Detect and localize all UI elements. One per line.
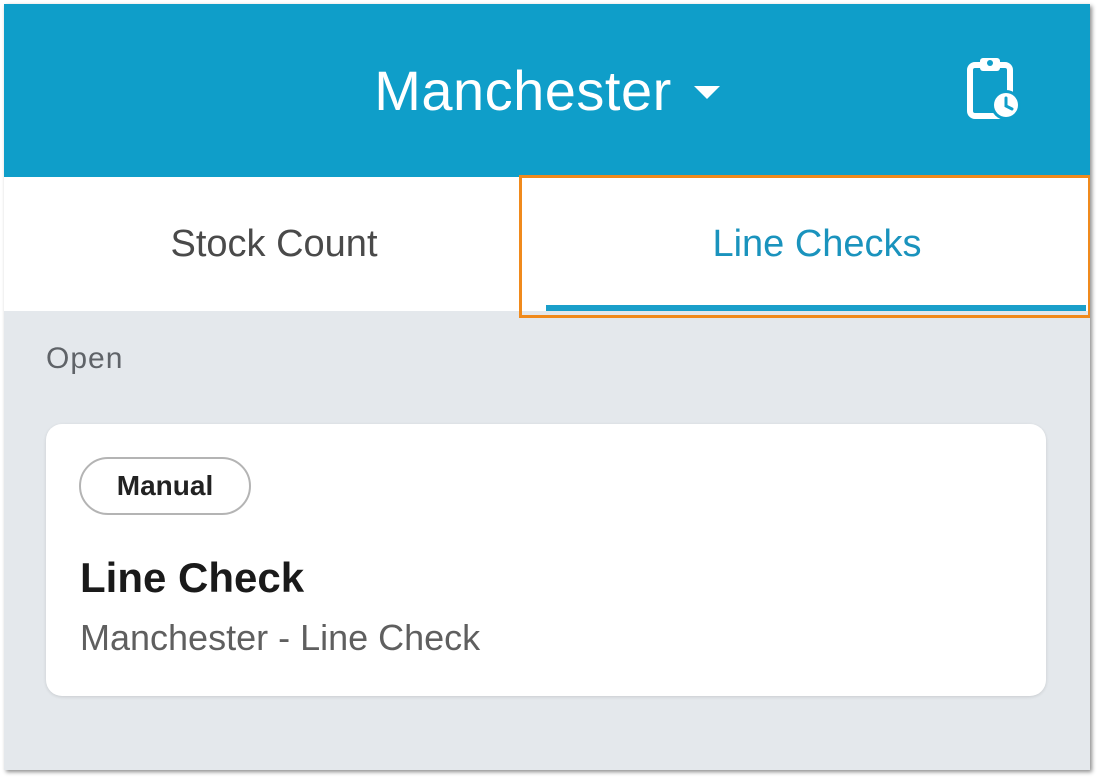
line-check-card[interactable]: Manual Line Check Manchester - Line Chec… xyxy=(46,424,1046,696)
section-label-open: Open xyxy=(46,342,124,375)
card-title: Line Check xyxy=(80,554,305,601)
tab-line-checks[interactable]: Line Checks xyxy=(544,177,1090,311)
clipboard-clock-icon[interactable] xyxy=(956,54,1028,126)
tab-stock-count-label: Stock Count xyxy=(170,222,378,265)
status-badge: Manual xyxy=(79,457,251,515)
chevron-down-icon xyxy=(693,85,720,99)
tab-bar: Stock Count Line Checks xyxy=(4,177,1090,311)
card-subtitle: Manchester - Line Check xyxy=(80,617,481,658)
tab-line-checks-label: Line Checks xyxy=(712,222,922,265)
app-screen: Manchester Stock Count Line Checks Open … xyxy=(4,4,1090,770)
location-label: Manchester xyxy=(374,58,672,122)
tab-stock-count[interactable]: Stock Count xyxy=(4,177,544,311)
app-header: Manchester xyxy=(4,4,1090,177)
location-selector[interactable]: Manchester xyxy=(4,50,1090,130)
selected-tab-indicator xyxy=(546,305,1086,311)
